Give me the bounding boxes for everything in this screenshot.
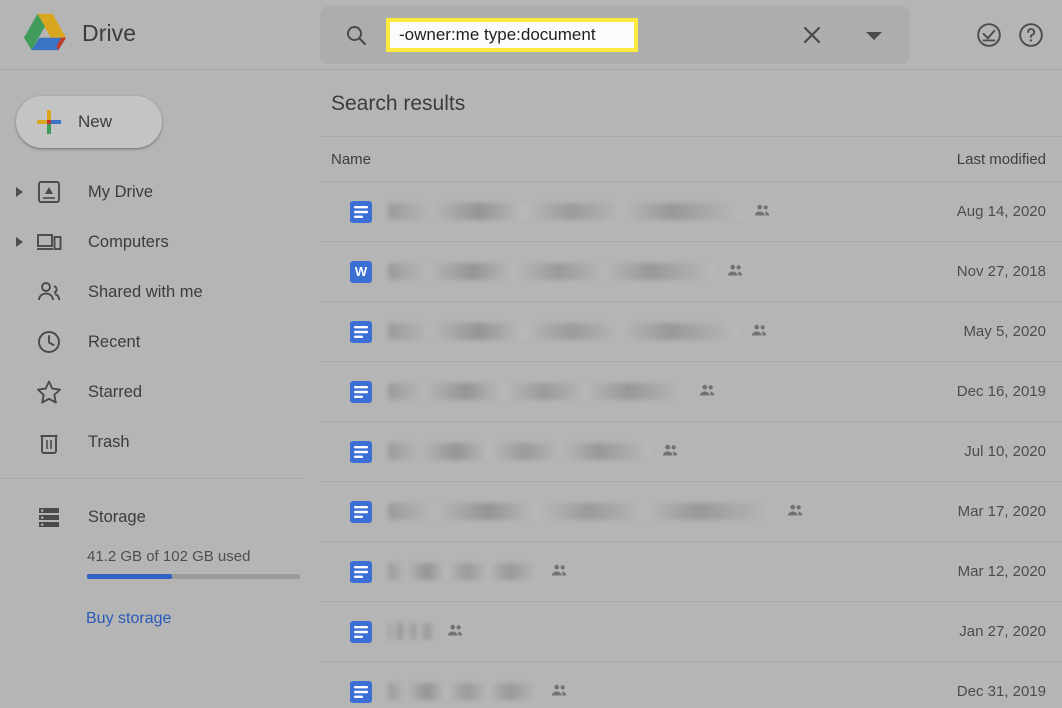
sidebar-item-shared-with-me[interactable]: Shared with me (0, 270, 310, 314)
file-name-redacted[interactable] (388, 503, 776, 520)
clock-icon (38, 331, 60, 353)
table-row[interactable]: Aug 14, 2020 (320, 182, 1062, 242)
file-last-modified: Jul 10, 2020 (964, 443, 1046, 460)
google-drive-logo-icon (24, 13, 66, 51)
file-name-redacted[interactable] (388, 683, 540, 700)
sidebar-item-label: Storage (88, 507, 146, 526)
plus-icon (37, 110, 61, 134)
shared-people-icon (550, 682, 569, 701)
table-row[interactable]: Dec 16, 2019 (320, 362, 1062, 422)
search-input-value: -owner:me type:document (399, 25, 596, 44)
file-last-modified: Nov 27, 2018 (956, 263, 1046, 280)
star-icon (37, 380, 61, 404)
computers-icon (37, 234, 62, 250)
table-row[interactable]: Dec 31, 2019 (320, 662, 1062, 708)
sidebar-item-starred[interactable]: Starred (0, 370, 310, 414)
file-last-modified: Dec 16, 2019 (956, 383, 1046, 400)
google-docs-icon (350, 620, 372, 643)
help-circle-icon[interactable] (1018, 22, 1044, 48)
storage-usage-text: 41.2 GB of 102 GB used (87, 548, 251, 565)
sidebar-item-label: Recent (88, 332, 141, 351)
people-icon (38, 282, 61, 301)
google-docs-icon (350, 440, 372, 463)
file-last-modified: Jan 27, 2020 (959, 623, 1046, 640)
column-header-last-modified[interactable]: Last modified (957, 151, 1046, 168)
file-name-redacted[interactable] (388, 323, 740, 340)
search-bar[interactable]: -owner:me type:document (320, 6, 910, 64)
brand[interactable]: Drive (22, 12, 136, 54)
table-header: Name Last modified (320, 136, 1062, 182)
sidebar: New My Drive Computers Shared with me Re… (0, 70, 320, 708)
buy-storage-link[interactable]: Buy storage (86, 610, 171, 628)
file-list: Aug 14, 2020 W Nov 27, 2018 May 5, 2020 Dec … (320, 182, 1062, 708)
chevron-right-icon[interactable] (16, 187, 23, 197)
shared-people-icon (446, 622, 465, 641)
storage-icon (39, 508, 59, 527)
file-name-redacted[interactable] (388, 623, 436, 640)
table-row[interactable]: May 5, 2020 (320, 302, 1062, 362)
storage-progress-bar (87, 574, 300, 579)
google-drive-search-results-page: Drive -owner:me type:document New My Dri… (0, 0, 1062, 708)
google-docs-icon (350, 560, 372, 583)
file-last-modified: Aug 14, 2020 (956, 203, 1046, 220)
table-row[interactable]: W Nov 27, 2018 (320, 242, 1062, 302)
shared-people-icon (726, 262, 745, 281)
google-docs-icon (350, 500, 372, 523)
file-last-modified: May 5, 2020 (963, 323, 1046, 340)
chevron-down-icon[interactable] (866, 32, 882, 40)
sidebar-item-computers[interactable]: Computers (0, 220, 310, 264)
sidebar-item-recent[interactable]: Recent (0, 320, 310, 364)
word-doc-icon: W (350, 260, 372, 283)
sidebar-item-label: My Drive (88, 182, 154, 201)
sidebar-item-label: Starred (88, 382, 143, 401)
sidebar-item-storage[interactable]: Storage (0, 495, 310, 539)
table-row[interactable]: Jan 27, 2020 (320, 602, 1062, 662)
file-name-redacted[interactable] (388, 443, 651, 460)
shared-people-icon (550, 562, 569, 581)
column-header-name[interactable]: Name (331, 151, 371, 168)
main-content: Search results Name Last modified Aug 14… (320, 70, 1062, 708)
file-last-modified: Dec 31, 2019 (956, 683, 1046, 700)
new-button[interactable]: New (16, 96, 162, 148)
file-name-redacted[interactable] (388, 563, 540, 580)
search-icon (347, 26, 366, 45)
shared-people-icon (750, 322, 769, 341)
google-docs-icon (350, 200, 372, 223)
shared-people-icon (786, 502, 805, 521)
file-last-modified: Mar 17, 2020 (957, 503, 1046, 520)
file-last-modified: Mar 12, 2020 (957, 563, 1046, 580)
file-name-redacted[interactable] (388, 203, 743, 220)
sidebar-item-my-drive[interactable]: My Drive (0, 170, 310, 214)
my-drive-icon (38, 181, 60, 203)
sidebar-item-label: Trash (88, 432, 130, 451)
table-row[interactable]: Mar 17, 2020 (320, 482, 1062, 542)
google-docs-icon (350, 320, 372, 343)
storage-progress-fill (87, 574, 173, 579)
shared-people-icon (661, 442, 680, 461)
google-docs-icon (350, 680, 372, 703)
close-icon[interactable] (800, 23, 824, 47)
google-docs-icon (350, 380, 372, 403)
sidebar-item-trash[interactable]: Trash (0, 420, 310, 464)
file-name-redacted[interactable] (388, 263, 716, 280)
check-circle-icon[interactable] (976, 22, 1002, 48)
sidebar-item-label: Computers (88, 232, 169, 251)
search-input[interactable]: -owner:me type:document (386, 18, 638, 52)
sidebar-divider (0, 478, 305, 479)
app-header: Drive -owner:me type:document (0, 0, 1062, 70)
sidebar-item-label: Shared with me (88, 282, 203, 301)
shared-people-icon (698, 382, 717, 401)
table-row[interactable]: Mar 12, 2020 (320, 542, 1062, 602)
page-title: Search results (331, 92, 466, 115)
file-name-redacted[interactable] (388, 383, 688, 400)
new-button-label: New (78, 112, 113, 131)
shared-people-icon (753, 202, 772, 221)
app-title: Drive (82, 19, 137, 46)
chevron-right-icon[interactable] (16, 237, 23, 247)
table-row[interactable]: Jul 10, 2020 (320, 422, 1062, 482)
trash-icon (40, 435, 58, 454)
